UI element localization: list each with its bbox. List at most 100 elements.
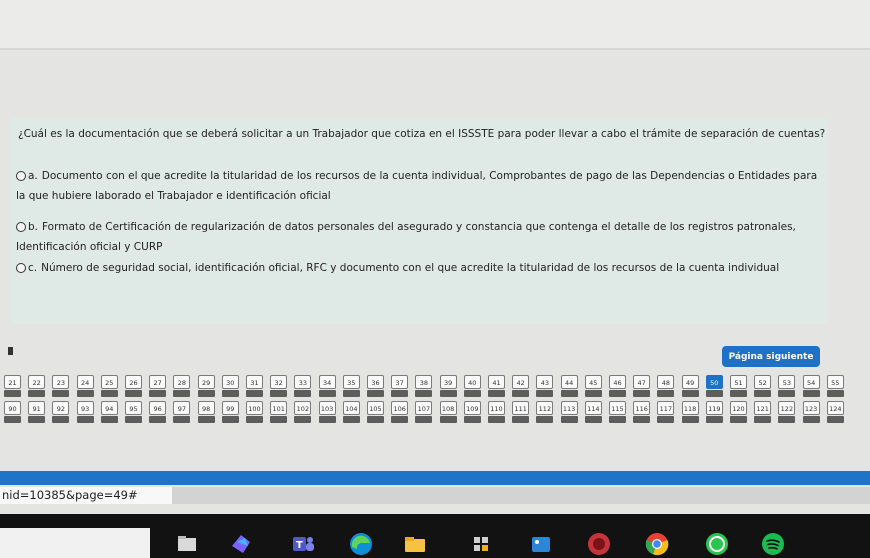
page-button-102[interactable]: 102 — [294, 401, 312, 415]
page-button-45[interactable]: 45 — [584, 375, 602, 389]
page-button-28[interactable]: 28 — [173, 375, 191, 389]
page-button-103[interactable]: 103 — [318, 401, 336, 415]
page-button-34[interactable]: 34 — [318, 375, 336, 389]
page-button-54[interactable]: 54 — [802, 375, 820, 389]
page-button-52[interactable]: 52 — [754, 375, 772, 389]
page-button-51[interactable]: 51 — [730, 375, 747, 389]
page-button-110[interactable]: 110 — [488, 401, 505, 415]
store-icon[interactable] — [528, 531, 554, 557]
page-button-43[interactable]: 43 — [536, 375, 554, 389]
page-button-33[interactable]: 33 — [294, 375, 312, 389]
page-button-26[interactable]: 26 — [125, 375, 142, 389]
game-icon[interactable] — [586, 531, 612, 557]
paint-icon[interactable] — [228, 531, 254, 557]
page-button-47[interactable]: 47 — [633, 375, 651, 389]
page-button-95[interactable]: 95 — [125, 401, 142, 415]
page-status-bar — [28, 416, 46, 423]
page-button-94[interactable]: 94 — [100, 401, 118, 415]
next-page-button[interactable]: Página siguiente — [722, 346, 820, 367]
page-button-123[interactable]: 123 — [802, 401, 820, 415]
page-button-99[interactable]: 99 — [221, 401, 239, 415]
page-button-38[interactable]: 38 — [415, 375, 433, 389]
page-button-31[interactable]: 31 — [246, 375, 263, 389]
page-button-37[interactable]: 37 — [391, 375, 409, 389]
radio-c[interactable] — [16, 263, 26, 273]
teams-icon[interactable]: T — [290, 531, 316, 557]
page-button-101[interactable]: 101 — [270, 401, 288, 415]
page-button-49[interactable]: 49 — [681, 375, 699, 389]
page-status-bar — [512, 416, 530, 423]
page-button-21[interactable]: 21 — [4, 375, 21, 389]
radio-a[interactable] — [16, 171, 26, 181]
page-button-40[interactable]: 40 — [463, 375, 481, 389]
page-status-bar — [609, 416, 626, 423]
page-button-24[interactable]: 24 — [76, 375, 94, 389]
page-button-108[interactable]: 108 — [439, 401, 457, 415]
page-button-119[interactable]: 119 — [705, 401, 723, 415]
radio-b[interactable] — [16, 222, 26, 232]
page-button-23[interactable]: 23 — [52, 375, 70, 389]
page-status-bar — [173, 390, 191, 397]
chrome-icon[interactable] — [644, 531, 670, 557]
page-button-25[interactable]: 25 — [100, 375, 118, 389]
page-button-32[interactable]: 32 — [270, 375, 288, 389]
page-button-93[interactable]: 93 — [76, 401, 94, 415]
page-button-122[interactable]: 122 — [778, 401, 796, 415]
spotify-icon[interactable] — [760, 531, 786, 557]
page-button-30[interactable]: 30 — [221, 375, 239, 389]
page-button-36[interactable]: 36 — [367, 375, 384, 389]
page-status-bar — [488, 390, 505, 397]
page-button-29[interactable]: 29 — [197, 375, 215, 389]
page-button-113[interactable]: 113 — [560, 401, 578, 415]
option-b[interactable]: b. Formato de Certificación de regulariza… — [16, 217, 824, 257]
page-button-44[interactable]: 44 — [560, 375, 578, 389]
page-button-90[interactable]: 90 — [4, 401, 21, 415]
page-button-118[interactable]: 118 — [681, 401, 699, 415]
edge-icon[interactable] — [348, 531, 374, 557]
page-button-115[interactable]: 115 — [609, 401, 626, 415]
page-button-109[interactable]: 109 — [463, 401, 481, 415]
page-button-42[interactable]: 42 — [512, 375, 530, 389]
calculator-icon[interactable] — [468, 531, 494, 557]
page-button-55[interactable]: 55 — [826, 375, 844, 389]
whatsapp-icon[interactable] — [704, 531, 730, 557]
page-button-114[interactable]: 114 — [584, 401, 602, 415]
option-a[interactable]: a. Documento con el que acredite la titul… — [16, 166, 824, 206]
page-button-41[interactable]: 41 — [488, 375, 505, 389]
page-button-97[interactable]: 97 — [173, 401, 191, 415]
page-button-104[interactable]: 104 — [342, 401, 360, 415]
page-button-107[interactable]: 107 — [415, 401, 433, 415]
page-button-117[interactable]: 117 — [657, 401, 675, 415]
page-button-100[interactable]: 100 — [246, 401, 263, 415]
folder-icon[interactable] — [402, 531, 428, 557]
page-button-121[interactable]: 121 — [754, 401, 772, 415]
page-button-48[interactable]: 48 — [657, 375, 675, 389]
page-button-53[interactable]: 53 — [778, 375, 796, 389]
page-status-bar — [802, 390, 820, 397]
page-button-98[interactable]: 98 — [197, 401, 215, 415]
url-text: nid=10385&page=49# — [0, 487, 172, 504]
page-button-105[interactable]: 105 — [367, 401, 384, 415]
page-button-106[interactable]: 106 — [391, 401, 409, 415]
taskbar-search[interactable] — [0, 528, 150, 558]
page-button-92[interactable]: 92 — [52, 401, 70, 415]
page-button-124[interactable]: 124 — [826, 401, 844, 415]
page-button-111[interactable]: 111 — [512, 401, 530, 415]
file-explorer-icon[interactable] — [174, 531, 200, 557]
page-button-35[interactable]: 35 — [342, 375, 360, 389]
option-c[interactable]: c. Número de seguridad social, identifica… — [16, 258, 824, 278]
page-button-120[interactable]: 120 — [730, 401, 747, 415]
page-button-96[interactable]: 96 — [149, 401, 167, 415]
page-status-bar — [246, 390, 263, 397]
page-button-39[interactable]: 39 — [439, 375, 457, 389]
page-button-27[interactable]: 27 — [149, 375, 167, 389]
page-button-50[interactable]: 50 — [705, 375, 723, 389]
page-button-112[interactable]: 112 — [536, 401, 554, 415]
page-button-46[interactable]: 46 — [609, 375, 626, 389]
page-status-bar — [342, 416, 360, 423]
page-button-116[interactable]: 116 — [633, 401, 651, 415]
page-button-22[interactable]: 22 — [28, 375, 46, 389]
page-status-bar — [294, 416, 312, 423]
page-status-bar — [778, 416, 796, 423]
page-button-91[interactable]: 91 — [28, 401, 46, 415]
